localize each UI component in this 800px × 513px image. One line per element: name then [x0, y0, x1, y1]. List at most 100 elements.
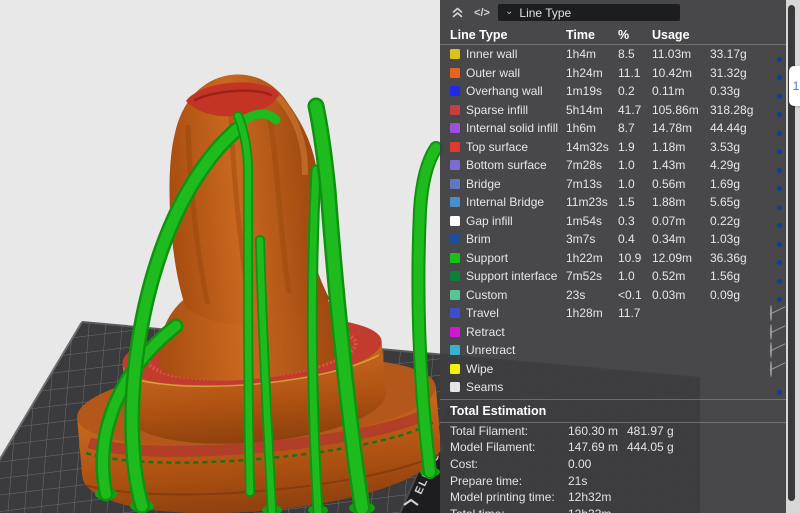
total-row: Model printing time: 12h32m — [440, 489, 786, 506]
usage-length-value: 12.09m — [652, 250, 693, 265]
total-label: Total Filament: — [450, 423, 529, 438]
total-value-1: 147.69 m — [568, 440, 619, 455]
table-row: Brim 3m7s 0.4 0.34m 1.03g — [440, 230, 786, 249]
usage-length-value: 14.78m — [652, 121, 693, 136]
time-value: 1h28m — [566, 306, 603, 321]
totals-title: Total Estimation — [450, 403, 547, 418]
table-row: Overhang wall 1m19s 0.2 0.11m 0.33g — [440, 82, 786, 101]
table-row: Internal solid infill 1h6m 8.7 14.78m 44… — [440, 119, 786, 138]
col-line-type: Line Type — [450, 27, 508, 42]
usage-length-value: 11.03m — [652, 47, 692, 62]
time-value: 7m13s — [566, 176, 603, 191]
percent-value: 11.7 — [618, 306, 641, 321]
total-value-1: 21s — [568, 473, 588, 488]
line-type-panel: </> ⌄ Line Type Line Type Time % Usage I… — [440, 0, 786, 513]
total-value-2: 481.97 g — [627, 423, 674, 438]
divider — [440, 421, 786, 423]
table-row: Top surface 14m32s 1.9 1.18m 3.53g — [440, 138, 786, 157]
total-row: Prepare time: 21s — [440, 472, 786, 489]
line-type-label: Bridge — [466, 176, 501, 191]
time-value: 1h6m — [566, 121, 597, 136]
totals-table: Total Filament: 160.30 m 481.97 g Model … — [440, 423, 786, 513]
line-type-label: Internal Bridge — [466, 195, 545, 210]
usage-length-value: 1.43m — [652, 158, 686, 173]
percent-value: 0.2 — [618, 84, 635, 99]
usage-length-value: 105.86m — [652, 102, 699, 117]
slicer-preview-window: ELEGOO — [0, 0, 800, 513]
col-pct: % — [618, 27, 630, 42]
gcode-viewer-icon[interactable]: </> — [473, 4, 491, 22]
line-type-color-swatch — [450, 197, 460, 208]
line-type-label: Seams — [466, 380, 504, 395]
percent-value: <0.1 — [618, 287, 642, 302]
table-row: Internal Bridge 11m23s 1.5 1.88m 5.65g — [440, 193, 786, 212]
total-value-2: 444.05 g — [627, 440, 674, 455]
usage-weight-value: 318.28g — [710, 102, 754, 117]
percent-value: 41.7 — [618, 102, 642, 117]
view-mode-value: Line Type — [519, 5, 572, 20]
usage-length-value: 1.18m — [652, 139, 686, 154]
total-row: Total time: 12h33m — [440, 505, 786, 513]
percent-value: 8.5 — [618, 47, 635, 62]
time-value: 1h4m — [566, 47, 597, 62]
collapse-panel-button[interactable] — [448, 4, 466, 22]
line-type-label: Custom — [466, 287, 508, 302]
usage-weight-value: 0.33g — [710, 84, 741, 99]
panel-header: </> ⌄ Line Type — [440, 0, 786, 25]
percent-value: 8.7 — [618, 121, 635, 136]
total-label: Cost: — [450, 456, 479, 471]
line-type-label: Retract — [466, 324, 505, 339]
view-mode-dropdown[interactable]: ⌄ Line Type — [498, 4, 680, 21]
line-type-color-swatch — [450, 104, 460, 115]
usage-length-value: 1.88m — [652, 195, 686, 210]
table-row: Bridge 7m13s 1.0 0.56m 1.69g — [440, 175, 786, 194]
percent-value: 0.3 — [618, 213, 635, 228]
line-type-label: Outer wall — [466, 65, 521, 80]
usage-weight-value: 1.03g — [710, 232, 741, 247]
usage-weight-value: 0.22g — [710, 213, 741, 228]
line-type-table: Inner wall 1h4m 8.5 11.03m 33.17g Outer … — [440, 45, 786, 397]
panel-scrollbar-track[interactable]: 1 — [786, 0, 800, 513]
total-value-1: 12h33m — [568, 507, 627, 513]
percent-value: 1.9 — [618, 139, 635, 154]
table-row: Gap infill 1m54s 0.3 0.07m 0.22g — [440, 212, 786, 231]
usage-weight-value: 36.36g — [710, 250, 747, 265]
plate-number: 1 — [792, 79, 800, 93]
percent-value: 10.9 — [618, 250, 642, 265]
percent-value: 1.0 — [618, 176, 635, 191]
usage-length-value: 10.42m — [652, 65, 693, 80]
line-type-label: Unretract — [466, 343, 516, 358]
usage-length-value: 0.03m — [652, 287, 686, 302]
line-type-color-swatch — [450, 326, 460, 337]
line-type-label: Inner wall — [466, 47, 518, 62]
line-type-color-swatch — [450, 160, 460, 171]
percent-value: 0.4 — [618, 232, 635, 247]
line-type-color-swatch — [450, 234, 460, 245]
line-type-label: Gap infill — [466, 213, 513, 228]
table-row: Retract — [440, 323, 786, 342]
visibility-eye-icon[interactable] — [770, 323, 772, 340]
time-value: 1h24m — [566, 65, 603, 80]
visibility-eye-icon[interactable] — [770, 342, 772, 359]
plate-number-tab[interactable]: 1 — [789, 66, 800, 106]
line-type-label: Brim — [466, 232, 491, 247]
usage-weight-value: 1.69g — [710, 176, 741, 191]
table-row: Support 1h22m 10.9 12.09m 36.36g — [440, 249, 786, 268]
time-value: 7m28s — [566, 158, 603, 173]
usage-length-value: 0.11m — [652, 84, 685, 99]
usage-weight-value: 5.65g — [710, 195, 741, 210]
time-value: 1m19s — [566, 84, 603, 99]
time-value: 11m23s — [566, 195, 608, 210]
percent-value: 1.0 — [618, 269, 635, 284]
divider — [440, 44, 786, 45]
usage-weight-value: 31.32g — [710, 65, 747, 80]
table-row: Seams — [440, 378, 786, 397]
line-type-label: Bottom surface — [466, 158, 547, 173]
usage-weight-value: 0.09g — [710, 287, 741, 302]
percent-value: 11.1 — [618, 65, 641, 80]
line-type-label: Sparse infill — [466, 102, 529, 117]
table-row: Unretract — [440, 341, 786, 360]
line-type-color-swatch — [450, 86, 460, 97]
visibility-eye-icon[interactable] — [770, 360, 772, 377]
visibility-eye-icon[interactable] — [770, 305, 772, 322]
